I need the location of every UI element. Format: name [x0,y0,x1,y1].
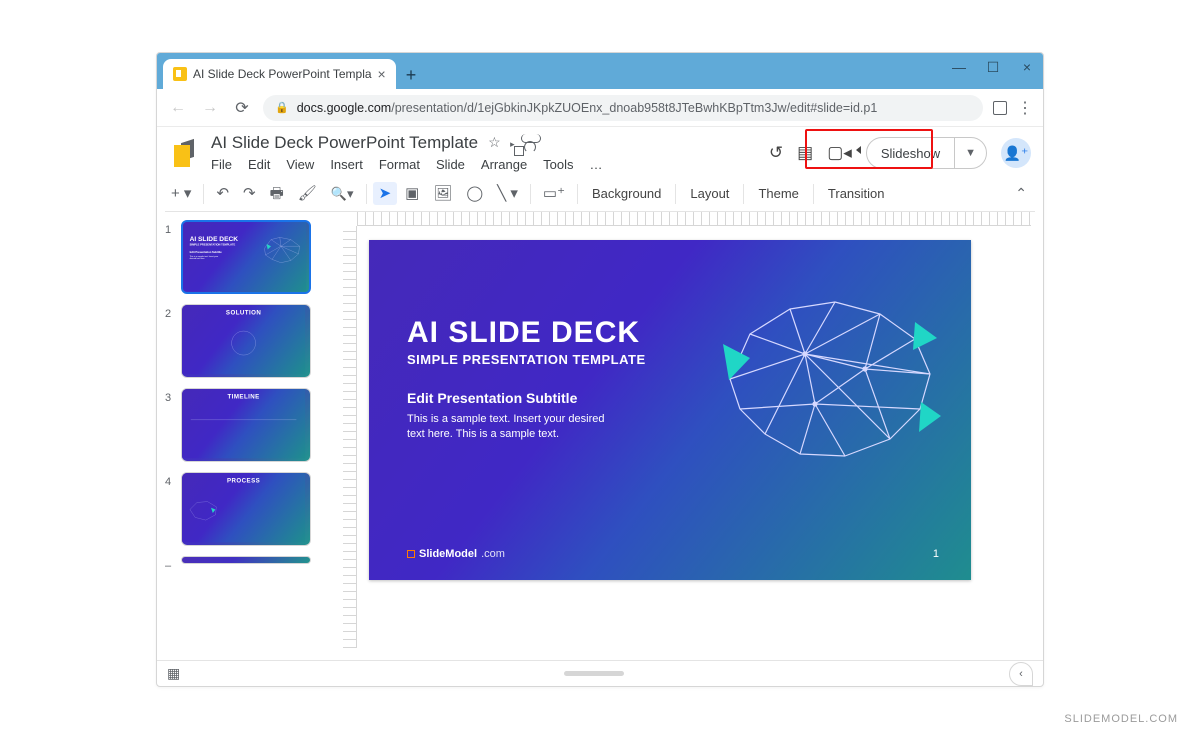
grid-view-icon[interactable]: ▦ [167,665,178,682]
url-field[interactable]: 🔒 docs.google.com/presentation/d/1ejGbki… [263,95,983,121]
menu-arrange[interactable]: Arrange [481,157,527,172]
menu-tools[interactable]: Tools [543,157,573,172]
browser-menu-icon[interactable]: ⋮ [1017,98,1033,118]
nav-reload-icon[interactable]: ⟳ [231,98,253,118]
slideshow-label[interactable]: Slideshow [867,138,955,168]
thumb-number: 1 [165,220,175,236]
scroll-handle[interactable] [178,671,1009,676]
transition-button[interactable]: Transition [820,182,893,205]
thumb-number: 3 [165,388,175,404]
title-block: AI Slide Deck PowerPoint Template ☆ File… [211,133,757,174]
slides-logo-icon [171,137,199,171]
print-icon[interactable]: 🖶 [264,182,290,205]
comments-icon[interactable]: ▤ [797,143,813,163]
ruler-horizontal [357,212,1031,226]
brain-graphic [705,284,945,474]
close-window-icon[interactable]: × [1019,59,1035,76]
header-actions: ↺ ▤ ▢◂ Slideshow ▼ 👤⁺ [769,133,1031,169]
tab-close-icon[interactable]: × [378,67,386,81]
slide-thumbnail-4[interactable]: PROCESS [181,472,311,546]
history-icon[interactable]: ↺ [769,143,783,163]
menu-bar: File Edit View Insert Format Slide Arran… [211,153,757,174]
slide-title[interactable]: AI SLIDE DECK [407,316,640,350]
slide-pagenum: 1 [933,548,939,560]
attribution: SLIDEMODEL.COM [1064,713,1178,725]
slide-footer: SlideModel.com [407,548,505,560]
thumb-number: 4 [165,472,175,488]
slideshow-button[interactable]: Slideshow ▼ [866,137,987,169]
meet-icon[interactable]: ▢◂ [827,143,852,163]
menu-insert[interactable]: Insert [330,157,363,172]
nav-forward-icon[interactable]: → [199,99,221,117]
ruler-vertical [343,226,357,648]
thumbnail-pane[interactable]: 1 AI SLIDE DECK SIMPLE PRESENTATION TEMP… [157,212,327,660]
slide-subheading[interactable]: Edit Presentation Subtitle [407,390,577,406]
slide-thumbnail-2[interactable]: SOLUTION [181,304,311,378]
minimize-icon[interactable]: — [951,59,967,76]
zoom-icon[interactable]: 🔍▾ [325,183,360,204]
slide-subtitle[interactable]: SIMPLE PRESENTATION TEMPLATE [407,352,646,367]
slide-canvas[interactable]: AI SLIDE DECK SIMPLE PRESENTATION TEMPLA… [369,240,971,580]
lock-icon: 🔒 [275,101,289,114]
slidemodel-logo-icon [407,550,415,558]
explore-icon[interactable]: ‹ [1009,662,1033,686]
window-controls: — ☐ × [951,59,1035,76]
stage: AI Slide Deck PowerPoint Templa × + — ☐ … [0,0,1200,743]
workarea: 1 AI SLIDE DECK SIMPLE PRESENTATION TEMP… [157,212,1043,660]
slide-thumbnail-1[interactable]: AI SLIDE DECK SIMPLE PRESENTATION TEMPLA… [181,220,311,294]
canvas-area: AI SLIDE DECK SIMPLE PRESENTATION TEMPLA… [327,212,1043,660]
menu-format[interactable]: Format [379,157,420,172]
install-app-icon[interactable] [993,101,1007,115]
slide-thumbnail-3[interactable]: TIMELINE [181,388,311,462]
image-icon[interactable]: 🖼 [427,182,458,205]
nav-back-icon[interactable]: ← [167,99,189,117]
menu-view[interactable]: View [286,157,314,172]
comment-add-icon[interactable]: ▭⁺ [537,182,571,205]
select-tool-icon[interactable]: ➤ [373,182,398,205]
browser-tab[interactable]: AI Slide Deck PowerPoint Templa × [163,59,396,89]
slideshow-dropdown-icon[interactable]: ▼ [955,147,986,159]
menu-slide[interactable]: Slide [436,157,465,172]
star-icon[interactable]: ☆ [488,134,501,151]
doc-title[interactable]: AI Slide Deck PowerPoint Template [211,133,478,153]
slide-body[interactable]: This is a sample text. Insert your desir… [407,412,607,442]
new-slide-button[interactable]: + ▾ [165,182,197,205]
menu-more[interactable]: … [590,157,603,172]
thumb-number: 2 [165,304,175,320]
share-button[interactable]: 👤⁺ [1001,138,1031,168]
menu-edit[interactable]: Edit [248,157,270,172]
app-header: AI Slide Deck PowerPoint Template ☆ File… [157,127,1043,176]
slide-content: AI SLIDE DECK SIMPLE PRESENTATION TEMPLA… [369,240,971,580]
shape-icon[interactable]: ◯ [460,182,489,205]
maximize-icon[interactable]: ☐ [985,59,1001,76]
slides-favicon-icon [173,67,187,81]
background-button[interactable]: Background [584,182,669,205]
browser-urlbar: ← → ⟳ 🔒 docs.google.com/presentation/d/1… [157,89,1043,127]
toolbar-collapse-icon[interactable]: ⌃ [1015,185,1035,202]
slideshow-group: Slideshow ▼ [866,137,987,169]
browser-titlebar: AI Slide Deck PowerPoint Templa × + — ☐ … [157,53,1043,89]
browser-window: AI Slide Deck PowerPoint Templa × + — ☐ … [156,52,1044,687]
tab-title: AI Slide Deck PowerPoint Templa [193,67,372,81]
redo-icon[interactable]: ↷ [237,182,262,205]
undo-icon[interactable]: ↶ [210,182,235,205]
textbox-icon[interactable]: ▣ [399,182,425,205]
paint-format-icon[interactable]: 🖌 [292,182,323,205]
new-tab-button[interactable]: + [396,65,427,89]
layout-button[interactable]: Layout [682,182,737,205]
slide-thumbnail-5[interactable] [181,556,311,564]
status-bar: ▦ ‹ [157,660,1043,686]
theme-button[interactable]: Theme [750,182,806,205]
thumb-number: – [165,556,175,572]
url-text: docs.google.com/presentation/d/1ejGbkinJ… [297,101,878,115]
menu-file[interactable]: File [211,157,232,172]
line-icon[interactable]: ╲ ▾ [491,182,524,205]
toolbar: + ▾ ↶ ↷ 🖶 🖌 🔍▾ ➤ ▣ 🖼 ◯ ╲ ▾ ▭⁺ Background… [165,176,1035,212]
